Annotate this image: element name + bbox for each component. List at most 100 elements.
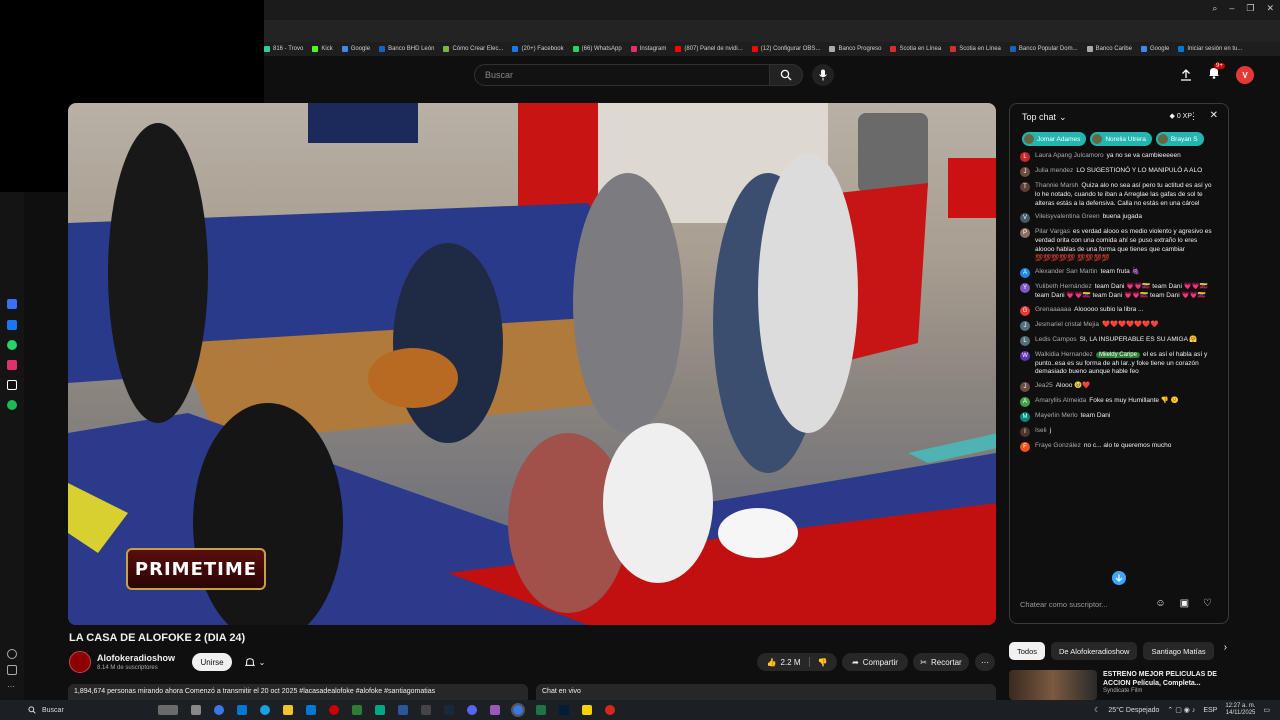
opera-icon[interactable] — [605, 705, 615, 715]
chat-author-name[interactable]: Alexander San Martin — [1035, 268, 1098, 275]
steam-icon[interactable] — [444, 705, 454, 715]
chat-author-name[interactable]: Mayerlin Merlo — [1035, 412, 1078, 419]
chat-message-list[interactable]: L Laura Apang Julcamoro ya no se va cambie… — [1020, 152, 1218, 590]
premiere-icon[interactable] — [490, 705, 500, 715]
thumbs-down-icon[interactable]: 👎 — [818, 658, 828, 667]
description-box[interactable]: 1,894,674 personas mirando ahora Comenzó… — [68, 684, 528, 700]
chat-mode-selector[interactable]: Top chat — [1022, 112, 1056, 122]
search-input[interactable]: Buscar — [474, 64, 770, 86]
chat-author-name[interactable]: Jesmariel cristal Mejia — [1035, 321, 1099, 328]
chat-author-avatar[interactable]: J — [1020, 167, 1030, 177]
clip-button[interactable]: ✂ Recortar — [913, 653, 969, 671]
notification-icon[interactable]: ▭ — [1263, 706, 1270, 714]
chevron-down-icon[interactable]: ⌄ — [1059, 112, 1067, 123]
chat-author-avatar[interactable]: I — [1020, 427, 1030, 438]
chat-message[interactable]: F Fraye González no c... alo te queremos m… — [1020, 442, 1218, 453]
upload-icon[interactable] — [1180, 69, 1192, 81]
chat-author-avatar[interactable]: F — [1020, 442, 1030, 453]
chat-author-name[interactable]: Grenaaaaaa — [1035, 306, 1071, 313]
chat-live-panel-header[interactable]: Chat en vivo — [536, 684, 996, 700]
chat-author-name[interactable]: Fraye González — [1035, 442, 1081, 449]
bookmark-item[interactable]: 816 - Trovo — [264, 46, 303, 52]
heart-icon[interactable]: ♡ — [1203, 598, 1212, 609]
minimize-icon[interactable]: – — [1229, 3, 1234, 14]
scroll-to-bottom-button[interactable] — [1112, 571, 1126, 585]
chat-author-avatar[interactable]: P — [1020, 228, 1030, 239]
bookmark-item[interactable]: Cómo Crear Elec... — [443, 46, 503, 52]
instagram-icon[interactable] — [7, 360, 17, 370]
chat-message[interactable]: M Mayerlin Merlo team Dani — [1020, 412, 1218, 423]
chat-author-avatar[interactable]: A — [1020, 268, 1030, 279]
language-indicator[interactable]: ESP — [1203, 707, 1217, 714]
edge-icon[interactable] — [260, 705, 270, 715]
join-button[interactable]: Unirse — [192, 653, 232, 671]
chat-input[interactable]: Chatear como suscriptor... — [1020, 600, 1150, 609]
search-button[interactable] — [769, 64, 803, 86]
chat-message[interactable]: J Jesmariel cristal Mejia ❤️❤️❤️❤️❤️❤️❤️ — [1020, 320, 1218, 331]
taskbar-search[interactable]: Buscar — [28, 703, 158, 717]
bookmark-item[interactable]: Kick — [312, 46, 333, 52]
bookmark-item[interactable]: Banco BHD León — [379, 46, 434, 52]
spotify-icon[interactable] — [7, 400, 17, 410]
chat-message[interactable]: A Alexander San Martin team fruta 🍇 — [1020, 268, 1218, 279]
chat-author-avatar[interactable]: T — [1020, 182, 1030, 192]
word-icon[interactable] — [398, 705, 408, 715]
video-thumbnail[interactable] — [1009, 670, 1097, 700]
task-view-icon[interactable] — [191, 705, 201, 715]
more-icon[interactable]: ⋯ — [7, 682, 17, 692]
photoshop-icon[interactable] — [559, 705, 569, 715]
tray-icons[interactable]: ⌃ ▢ ◉ ♪ — [1167, 706, 1195, 714]
chat-author-name[interactable]: Jea25 — [1035, 382, 1053, 389]
chat-author-avatar[interactable]: J — [1020, 320, 1030, 331]
chat-author-avatar[interactable]: Y — [1020, 283, 1030, 294]
bookmark-item[interactable]: Banco Caribe — [1086, 46, 1132, 52]
news-widget-icon[interactable] — [158, 705, 178, 715]
bookmark-item[interactable]: (807) Panel de nvidi... — [675, 46, 743, 52]
chat-author-name[interactable]: Amaryllis Almeida — [1035, 397, 1086, 404]
video-player[interactable] — [68, 103, 996, 625]
chat-author-avatar[interactable]: V — [1020, 213, 1030, 224]
chat-author-avatar[interactable]: W — [1020, 350, 1030, 361]
chat-message[interactable]: G Grenaaaaaa Alooooo subio la libra ... — [1020, 305, 1218, 316]
chat-author-avatar[interactable]: G — [1020, 305, 1030, 316]
bookmark-item[interactable]: Scotia en Línea — [950, 46, 1001, 52]
bookmark-item[interactable]: Banco Progreso — [829, 46, 881, 52]
chat-author-name[interactable]: Vileisyvalentina Green — [1035, 213, 1100, 220]
chip-all[interactable]: Todos — [1009, 642, 1046, 660]
chevron-right-icon[interactable]: › — [1224, 642, 1227, 660]
chat-message[interactable]: J Jea25 Alooo 🥹❤️ — [1020, 382, 1218, 393]
bookmark-item[interactable]: (66) WhatsApp — [572, 46, 622, 52]
search-icon[interactable]: ⌕ — [1212, 3, 1217, 14]
chat-author-name[interactable]: Iseli — [1035, 427, 1047, 434]
whatsapp-icon[interactable] — [375, 705, 385, 715]
bookmark-item[interactable]: (20+) Facebook — [512, 46, 564, 52]
account-avatar[interactable]: V — [1236, 66, 1254, 84]
chat-message[interactable]: P Pilar Vargas es verdad alooo es medio vi… — [1020, 228, 1218, 263]
channel-avatar[interactable] — [69, 651, 91, 673]
supporter-chip[interactable]: Brayan S — [1155, 132, 1204, 146]
recommended-video[interactable]: ESTRENO MEJOR PELICULAS DE ACCION Pelícu… — [1009, 670, 1229, 700]
chat-message[interactable]: W Walkidia Hernandez Miieldy Caripe el es a… — [1020, 350, 1218, 377]
bookmark-item[interactable]: (12) Configurar OBS... — [751, 46, 820, 52]
chat-message[interactable]: T Thannie Marsh Quiza alo no sea así pero … — [1020, 182, 1218, 208]
app-icon[interactable] — [7, 299, 17, 309]
bookmark-item[interactable]: Iniciar sesión en tu... — [1178, 46, 1242, 52]
chat-author-name[interactable]: Yulibeth Hernández — [1035, 283, 1092, 290]
bookmark-item[interactable]: Google — [1140, 46, 1169, 52]
close-icon[interactable]: ✕ — [1266, 3, 1274, 14]
chat-author-avatar[interactable]: L — [1020, 335, 1030, 346]
notifications-button[interactable]: 9+ — [1208, 63, 1225, 84]
voice-search-button[interactable] — [812, 64, 834, 86]
bookmark-item[interactable]: Banco Popular Dom... — [1009, 46, 1078, 52]
chat-author-avatar[interactable]: A — [1020, 397, 1030, 408]
supporter-chip[interactable]: Norelia Utrera — [1090, 132, 1152, 146]
messenger-icon[interactable] — [7, 320, 17, 330]
chat-author-name[interactable]: Laura Apang Julcamoro — [1035, 152, 1104, 159]
capcut-icon[interactable] — [421, 705, 431, 715]
chat-author-name[interactable]: Walkidia Hernandez — [1035, 351, 1093, 358]
share-button[interactable]: ➦ Compartir — [842, 653, 908, 671]
subscription-bell-button[interactable]: ⌄ — [238, 653, 272, 671]
chrome-icon[interactable] — [214, 705, 224, 715]
clock[interactable]: 12:27 a. m. 14/11/2025 — [1225, 703, 1255, 717]
chat-message[interactable]: I Iseli j — [1020, 427, 1218, 438]
